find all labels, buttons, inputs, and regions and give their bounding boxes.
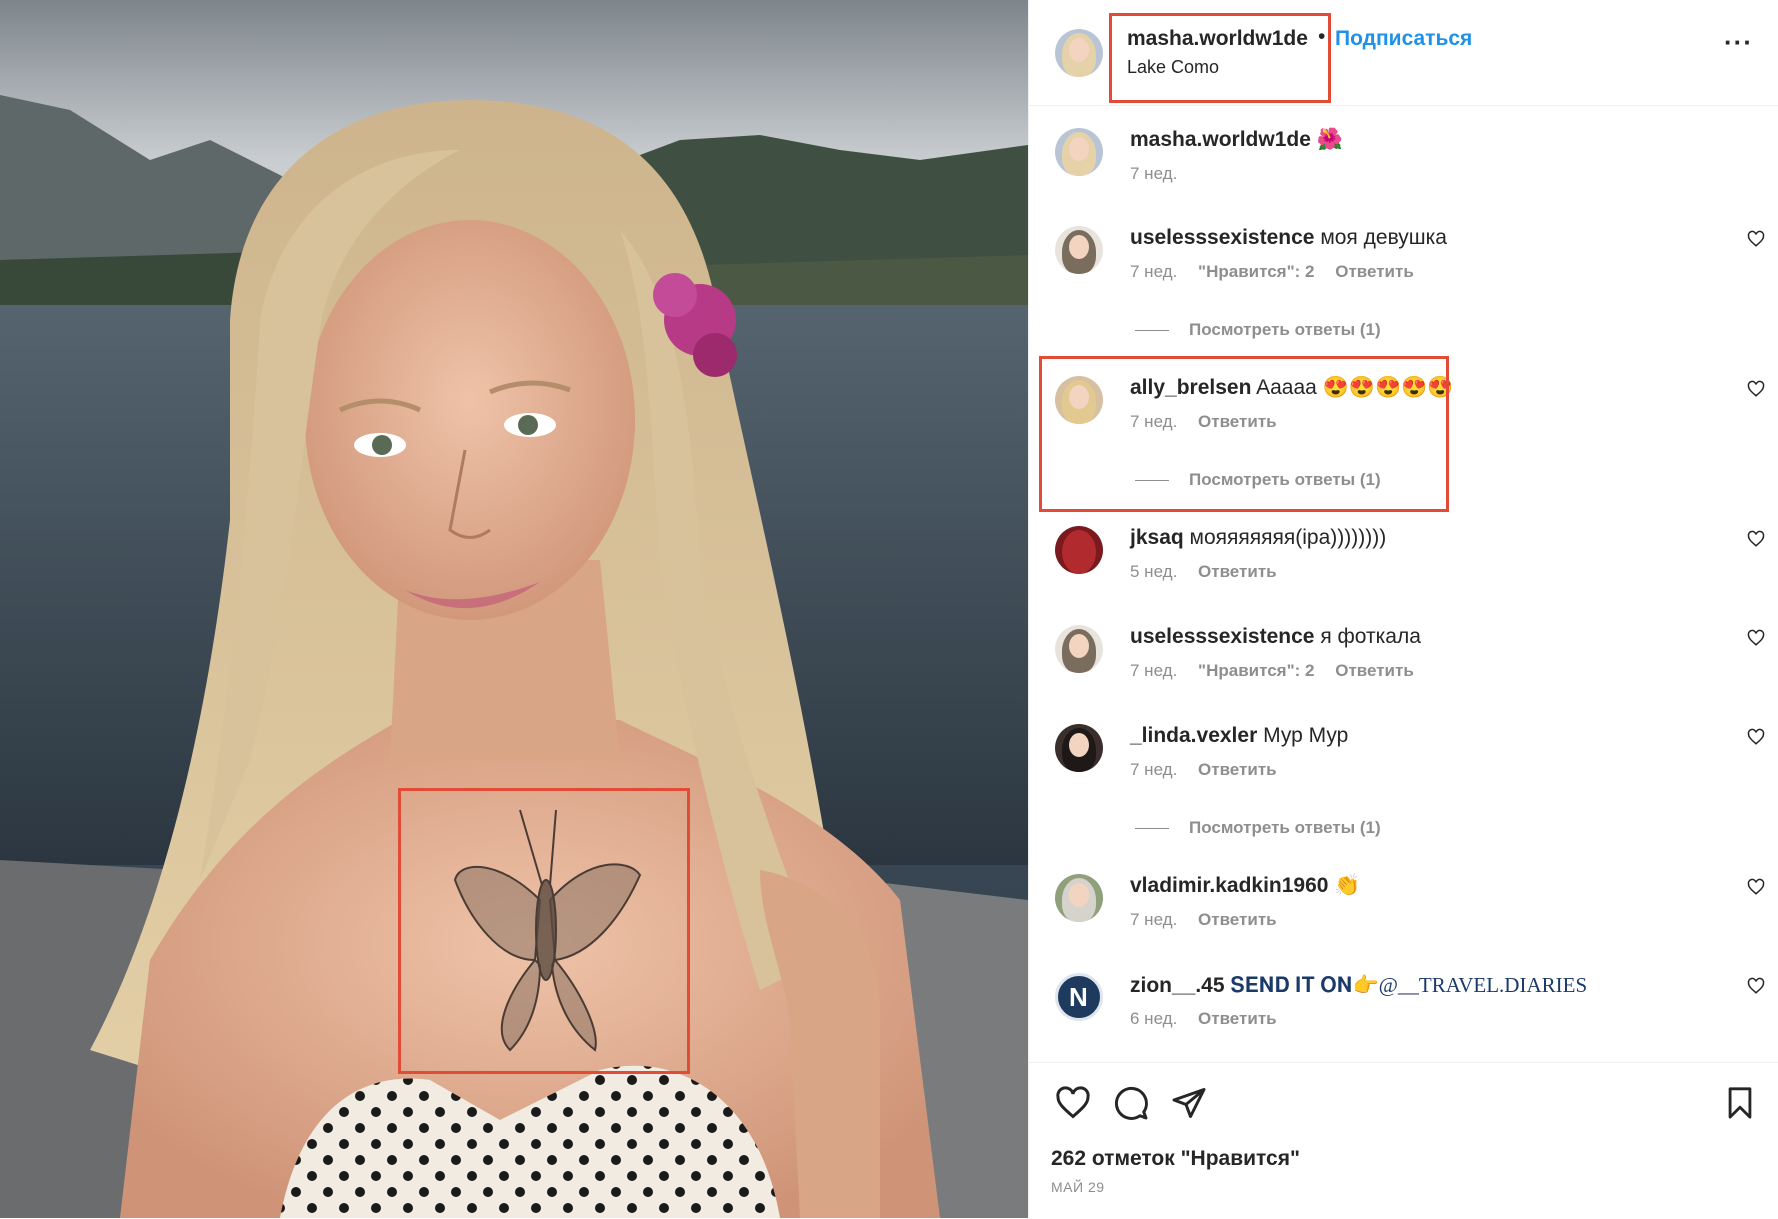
share-icon[interactable] — [1171, 1085, 1207, 1121]
reply-button[interactable]: Ответить — [1198, 412, 1277, 431]
comment-likes[interactable]: "Нравится": 2 — [1198, 262, 1314, 281]
comment-time[interactable]: 7 нед. — [1130, 262, 1177, 281]
reply-button[interactable]: Ответить — [1198, 760, 1277, 779]
replies-divider — [1135, 330, 1169, 332]
comment-username[interactable]: uselesssexistence — [1130, 625, 1314, 648]
comment-body: моя девушка — [1320, 226, 1447, 249]
comment-text: uselesssexistence я фоткала — [1130, 625, 1421, 649]
comment-meta: 7 нед. "Нравится": 2 Ответить — [1130, 661, 1430, 681]
reply-button[interactable]: Ответить — [1198, 910, 1277, 929]
comment-body: мояяяяяяя(ipa)))))))) — [1189, 526, 1387, 549]
comment-meta: 6 нед. Ответить — [1130, 1009, 1293, 1029]
comment-text: vladimir.kadkin1960 👏 — [1130, 874, 1360, 898]
comment-meta: 7 нед. Ответить — [1130, 760, 1293, 780]
comment-body: Aaaaa 😍😍😍😍😍 — [1256, 376, 1454, 399]
view-replies-button[interactable]: Посмотреть ответы (1) — [1135, 320, 1381, 340]
comment-icon[interactable] — [1113, 1085, 1149, 1121]
view-replies-label: Посмотреть ответы (1) — [1189, 818, 1381, 837]
comment-username[interactable]: _linda.vexler — [1130, 724, 1257, 747]
comments-panel: masha.worldw1de • Подписаться Lake Como … — [1028, 0, 1778, 1218]
comment-body: я фоткала — [1320, 625, 1421, 648]
comment-time[interactable]: 6 нед. — [1130, 1009, 1177, 1028]
comment-meta: 7 нед. — [1130, 164, 1193, 184]
heart-icon[interactable] — [1747, 728, 1765, 746]
reply-button[interactable]: Ответить — [1335, 262, 1414, 281]
comment-username[interactable]: uselesssexistence — [1130, 226, 1314, 249]
comment-username[interactable]: vladimir.kadkin1960 — [1130, 874, 1328, 897]
heart-icon[interactable] — [1747, 629, 1765, 647]
post-header: masha.worldw1de • Подписаться Lake Como … — [1029, 0, 1778, 106]
comment-text: zion__.45 𝐒𝐄𝐍𝐃 𝐈𝐓 𝐎𝐍👉@__TRAVEL.DIARIES — [1130, 973, 1587, 998]
reply-button[interactable]: Ответить — [1335, 661, 1414, 680]
comment-username[interactable]: masha.worldw1de — [1130, 128, 1311, 151]
more-horizontal-icon[interactable]: ··· — [1724, 27, 1753, 58]
comment-time[interactable]: 7 нед. — [1130, 412, 1177, 431]
likes-count[interactable]: 262 отметок "Нравится" — [1051, 1147, 1300, 1171]
comment-text: masha.worldw1de 🌺 — [1130, 128, 1343, 152]
header-separator: • — [1318, 25, 1326, 48]
comment-avatar[interactable] — [1055, 526, 1103, 574]
author-username[interactable]: masha.worldw1de — [1127, 27, 1308, 51]
comment-text: ally_brelsen Aaaaa 😍😍😍😍😍 — [1130, 376, 1453, 400]
follow-button[interactable]: Подписаться — [1335, 27, 1472, 51]
author-avatar[interactable] — [1055, 29, 1103, 77]
view-replies-label: Посмотреть ответы (1) — [1189, 470, 1381, 489]
bookmark-icon[interactable] — [1723, 1085, 1757, 1121]
comment-body: 𝐒𝐄𝐍𝐃 𝐈𝐓 𝐎𝐍👉@__TRAVEL.DIARIES — [1230, 973, 1588, 997]
heart-icon[interactable] — [1055, 1085, 1091, 1121]
comment-time[interactable]: 7 нед. — [1130, 661, 1177, 680]
comment-body: 🌺 — [1316, 128, 1343, 151]
replies-divider — [1135, 480, 1169, 482]
view-replies-button[interactable]: Посмотреть ответы (1) — [1135, 470, 1381, 490]
comment-avatar[interactable] — [1055, 128, 1103, 176]
post-location[interactable]: Lake Como — [1127, 57, 1219, 78]
comment-avatar[interactable] — [1055, 874, 1103, 922]
comment-meta: 7 нед. Ответить — [1130, 910, 1293, 930]
comment-text: jksaq мояяяяяяя(ipa)))))))) — [1130, 526, 1386, 550]
view-replies-label: Посмотреть ответы (1) — [1189, 320, 1381, 339]
heart-icon[interactable] — [1747, 230, 1765, 248]
comment-likes[interactable]: "Нравится": 2 — [1198, 661, 1314, 680]
comment-time[interactable]: 5 нед. — [1130, 562, 1177, 581]
comment-username[interactable]: ally_brelsen — [1130, 376, 1251, 399]
heart-icon[interactable] — [1747, 977, 1765, 995]
heart-icon[interactable] — [1747, 380, 1765, 398]
view-replies-button[interactable]: Посмотреть ответы (1) — [1135, 818, 1381, 838]
comment-username[interactable]: jksaq — [1130, 526, 1184, 549]
post-date[interactable]: МАЙ 29 — [1051, 1179, 1105, 1195]
heart-icon[interactable] — [1747, 878, 1765, 896]
comment-avatar[interactable] — [1055, 226, 1103, 274]
comment-meta: 7 нед. Ответить — [1130, 412, 1293, 432]
comment-time[interactable]: 7 нед. — [1130, 760, 1177, 779]
comment-meta: 7 нед. "Нравится": 2 Ответить — [1130, 262, 1430, 282]
comment-username[interactable]: zion__.45 — [1130, 974, 1225, 997]
reply-button[interactable]: Ответить — [1198, 562, 1277, 581]
comment-body: Мур Мур — [1263, 724, 1349, 747]
replies-divider — [1135, 828, 1169, 830]
comment-time[interactable]: 7 нед. — [1130, 164, 1177, 183]
comment-time[interactable]: 7 нед. — [1130, 910, 1177, 929]
n-logo-icon: N — [1069, 982, 1088, 1012]
comment-avatar[interactable] — [1055, 376, 1103, 424]
post-actions: 262 отметок "Нравится" МАЙ 29 — [1029, 1062, 1778, 1219]
heart-icon[interactable] — [1747, 530, 1765, 548]
comment-avatar[interactable]: N — [1055, 973, 1103, 1021]
reply-button[interactable]: Ответить — [1198, 1009, 1277, 1028]
comment-text: uselesssexistence моя девушка — [1130, 226, 1447, 250]
comment-meta: 5 нед. Ответить — [1130, 562, 1293, 582]
comment-avatar[interactable] — [1055, 625, 1103, 673]
comment-text: _linda.vexler Мур Мур — [1130, 724, 1348, 748]
post-photo — [0, 0, 1028, 1218]
comment-body: 👏 — [1334, 874, 1361, 897]
comment-avatar[interactable] — [1055, 724, 1103, 772]
